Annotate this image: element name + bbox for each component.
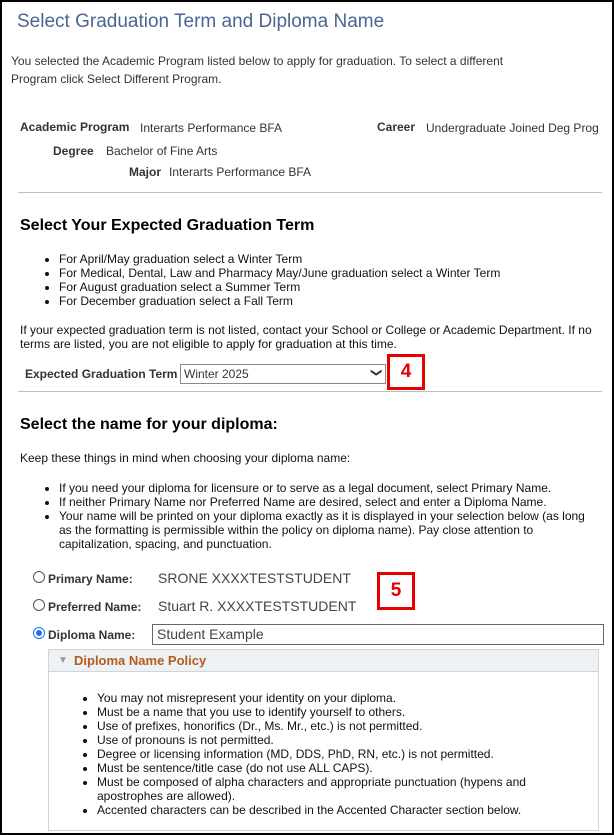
policy-header-toggle[interactable]: ▼ Diploma Name Policy [49,650,598,672]
list-item: If you need your diploma for licensure o… [59,481,599,495]
step-5-callout: 5 [377,572,415,610]
list-item: For December graduation select a Fall Te… [59,294,500,308]
intro-text: You selected the Academic Program listed… [11,54,504,86]
divider [18,391,602,392]
major-value: Interarts Performance BFA [169,165,312,179]
diploma-name-input[interactable]: Student Example [152,624,604,645]
career-label: Career [377,120,416,134]
page-frame: Select Graduation Term and Diploma Name … [0,0,614,835]
list-item: Accented characters can be described in … [97,803,567,817]
diploma-section-heading: Select the name for your diploma: [20,416,278,433]
term-guidance-list: For April/May graduation select a Winter… [59,252,500,308]
step-4-callout: 4 [387,354,425,390]
diploma-guidance-list: If you need your diploma for licensure o… [59,481,599,551]
career-value: Undergraduate Joined Deg Prog [426,121,599,135]
diploma-name-policy-panel: ▼ Diploma Name Policy You may not misrep… [48,649,599,831]
selected-term-value: Winter 2025 [184,367,249,381]
diploma-intro: Keep these things in mind when choosing … [20,451,351,465]
academic-program-value: Interarts Performance BFA [140,121,283,135]
term-note: If your expected graduation term is not … [20,323,592,351]
page-title: Select Graduation Term and Diploma Name [17,11,385,32]
list-item: For April/May graduation select a Winter… [59,252,500,266]
divider [18,192,602,193]
list-item: You may not misrepresent your identity o… [97,691,567,705]
list-item: Your name will be printed on your diplom… [59,509,599,551]
policy-list: You may not misrepresent your identity o… [97,691,567,817]
expected-term-select[interactable]: Winter 2025 ❮ [180,364,386,384]
primary-name-value: SRONE XXXXTESTSTUDENT [158,570,351,586]
list-item: Must be sentence/title case (do not use … [97,761,567,775]
preferred-name-label[interactable]: Preferred Name: [48,600,141,614]
academic-program-label: Academic Program [20,120,130,134]
list-item: Must be composed of alpha characters and… [97,775,567,803]
diploma-name-radio[interactable] [33,627,45,639]
major-label: Major [129,165,162,179]
diploma-name-label[interactable]: Diploma Name: [48,628,135,642]
expected-term-label: Expected Graduation Term [25,367,178,381]
preferred-name-value: Stuart R. XXXXTESTSTUDENT [158,598,357,614]
primary-name-radio[interactable] [33,571,45,583]
list-item: Use of pronouns is not permitted. [97,733,567,747]
list-item: Must be a name that you use to identify … [97,705,567,719]
degree-label: Degree [53,144,94,158]
preferred-name-radio[interactable] [33,599,45,611]
list-item: Use of prefixes, honorifics (Dr., Ms. Mr… [97,719,567,733]
list-item: For Medical, Dental, Law and Pharmacy Ma… [59,266,500,280]
list-item: Degree or licensing information (MD, DDS… [97,747,567,761]
collapse-triangle-icon: ▼ [58,655,68,666]
primary-name-label[interactable]: Primary Name: [48,572,133,586]
degree-value: Bachelor of Fine Arts [106,144,218,158]
term-section-heading: Select Your Expected Graduation Term [20,217,315,234]
list-item: For August graduation select a Summer Te… [59,280,500,294]
list-item: If neither Primary Name nor Preferred Na… [59,495,599,509]
chevron-down-icon: ❮ [369,367,382,378]
policy-title: Diploma Name Policy [74,653,207,668]
